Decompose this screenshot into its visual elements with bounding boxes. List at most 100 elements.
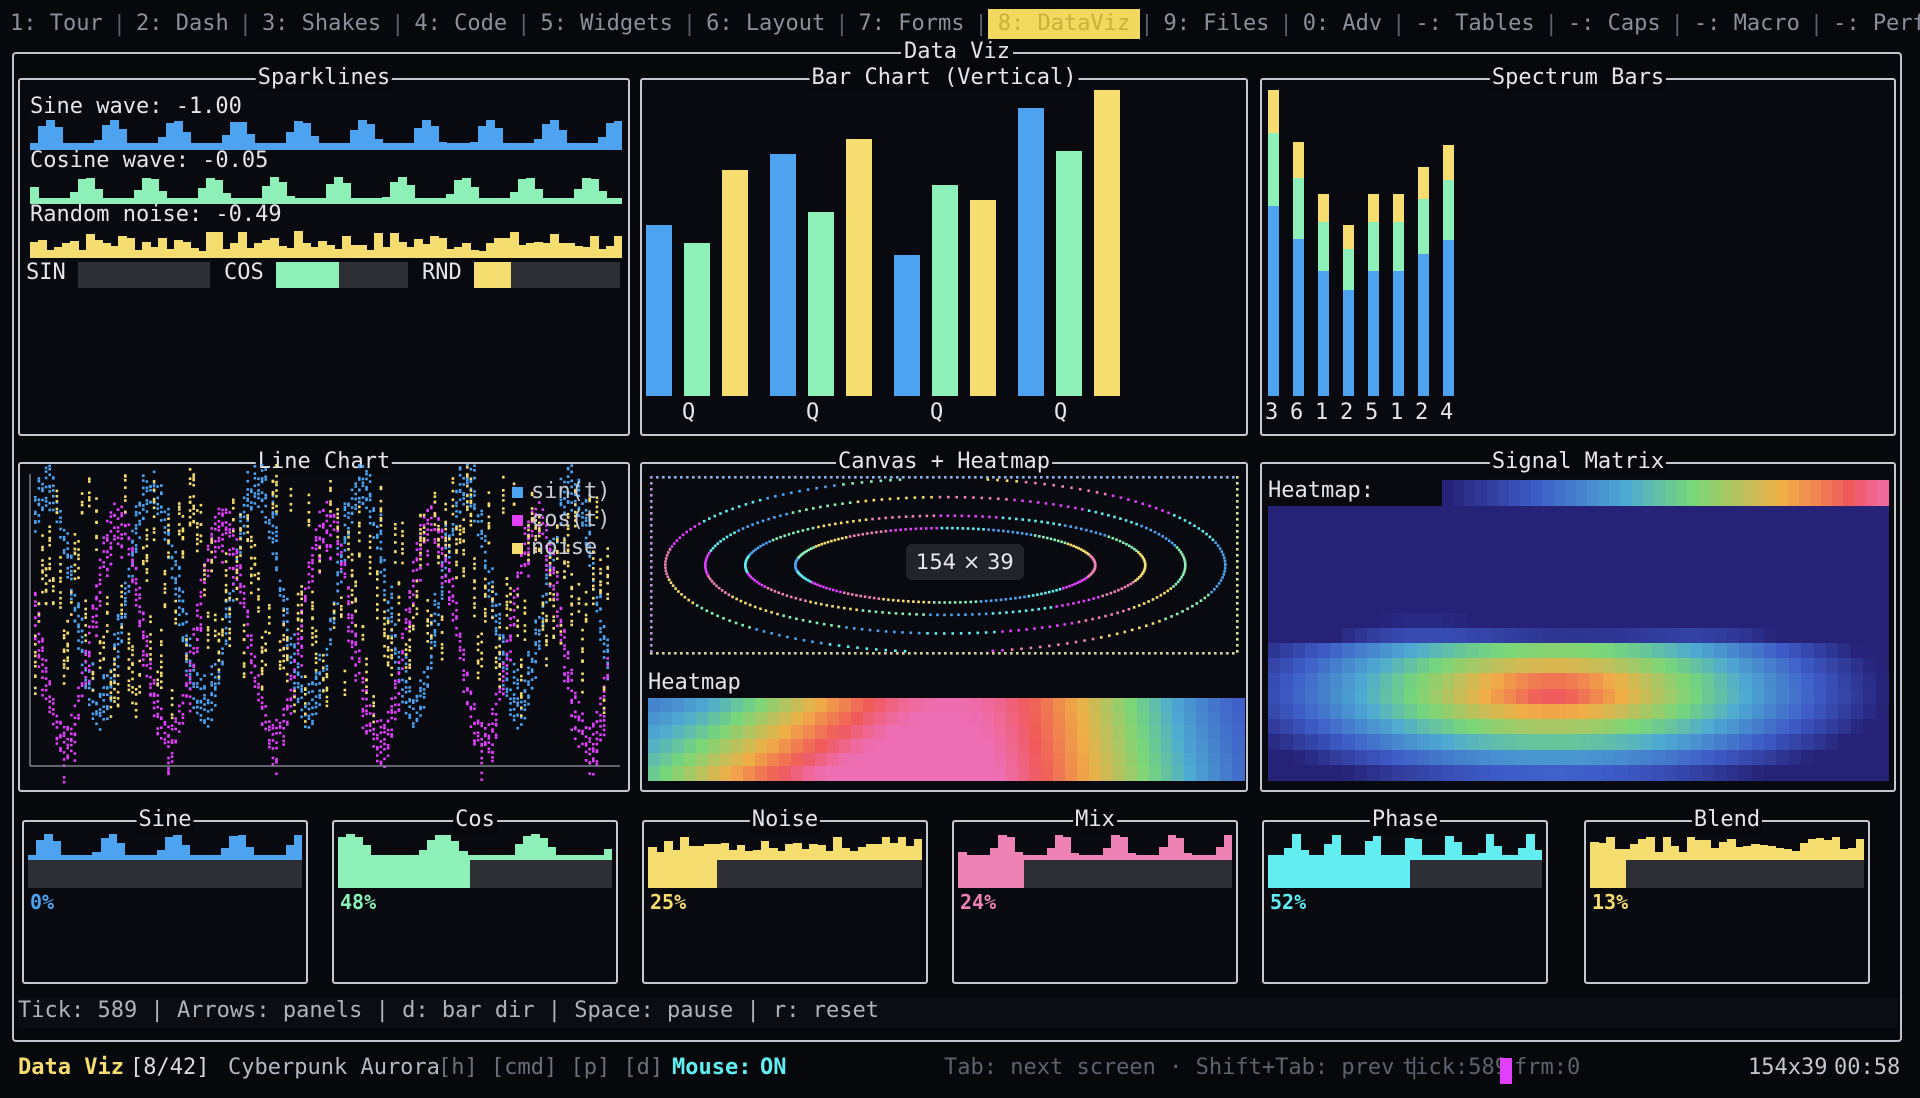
canvas-dot <box>992 476 995 479</box>
canvas-dot <box>740 476 743 479</box>
plot-dot <box>581 678 584 682</box>
plot-dot <box>271 747 275 750</box>
canvas-dot <box>1160 652 1163 655</box>
tab-8[interactable]: 8: DataViz <box>987 9 1141 39</box>
tab-7[interactable]: 7: Forms <box>849 9 975 39</box>
spectrum-panel[interactable]: Spectrum Bars 36125124 <box>1260 65 1896 436</box>
plot-dot <box>340 596 343 600</box>
bar-chart-panel[interactable]: Bar Chart (Vertical) QQQQ <box>640 65 1248 436</box>
plot-dot <box>178 606 181 609</box>
canvas-dot <box>846 592 850 595</box>
tab-10[interactable]: 0: Adv <box>1293 9 1392 39</box>
plot-dot <box>347 547 350 551</box>
tab-9[interactable]: 9: Files <box>1153 9 1279 39</box>
canvas-dot <box>902 476 905 479</box>
plot-dot <box>188 695 192 699</box>
plot-dot <box>376 570 379 573</box>
plot-dot <box>365 663 368 666</box>
canvas-dot <box>1024 480 1028 484</box>
canvas-heatmap-panel[interactable]: Canvas + Heatmap 154 × 39 Heatmap <box>640 449 1248 792</box>
plot-dot <box>386 649 390 652</box>
plot-dot <box>196 542 199 546</box>
plot-dot <box>401 658 404 662</box>
spark-bar <box>614 198 622 204</box>
sparklines-panel[interactable]: Sparklines Sine wave: -1.00 Cosine wave:… <box>18 65 630 436</box>
canvas-dot <box>868 628 872 632</box>
plot-dot <box>41 688 44 692</box>
bar <box>770 154 796 396</box>
plot-dot <box>181 716 185 720</box>
plot-dot <box>296 671 300 675</box>
plot-dot <box>484 595 487 598</box>
plot-dot <box>59 580 62 583</box>
plot-dot <box>264 468 267 471</box>
plot-dot <box>383 742 386 746</box>
line-chart-panel[interactable]: Line Chart sin(t) cos(t) noise <box>18 449 630 792</box>
plot-dot <box>426 518 429 522</box>
spectrum-segment <box>1318 270 1329 396</box>
canvas-dot <box>670 545 674 548</box>
canvas-dot <box>870 480 873 483</box>
plot-dot <box>163 518 167 521</box>
plot-dot <box>55 737 59 741</box>
canvas-dot <box>1182 555 1185 559</box>
plot-dot <box>530 668 534 672</box>
tab-3[interactable]: 3: Shakes <box>252 9 391 39</box>
plot-dot <box>203 593 206 597</box>
plot-dot <box>84 607 87 611</box>
canvas-dot <box>1042 535 1045 539</box>
plot-dot <box>282 726 285 730</box>
plot-dot <box>138 624 141 628</box>
plot-dot <box>581 729 584 733</box>
plot-dot <box>538 632 541 636</box>
canvas-dot <box>650 554 653 557</box>
tab-2[interactable]: 2: Dash <box>126 9 239 39</box>
plot-dot <box>34 642 37 646</box>
tab-5[interactable]: 5: Widgets <box>530 9 682 39</box>
tab-1[interactable]: 1: Tour <box>0 9 113 39</box>
plot-dot <box>98 640 102 643</box>
tab-12[interactable]: -: Caps <box>1558 9 1671 39</box>
plot-dot <box>322 538 325 541</box>
plot-dot <box>142 559 145 563</box>
plot-dot <box>77 605 80 609</box>
plot-dot <box>37 613 41 616</box>
tab-4[interactable]: 4: Code <box>404 9 517 39</box>
plot-dot <box>41 676 44 680</box>
tab-6[interactable]: 6: Layout <box>696 9 835 39</box>
plot-dot <box>401 636 404 640</box>
plot-dot <box>343 549 347 552</box>
plot-dot <box>170 751 174 755</box>
plot-dot <box>451 584 455 588</box>
plot-dot <box>329 545 332 549</box>
tab-11[interactable]: -: Tables <box>1405 9 1544 39</box>
plot-dot <box>512 670 516 674</box>
plot-dot <box>142 664 145 667</box>
plot-dot <box>512 681 516 685</box>
plot-dot <box>426 533 429 536</box>
heat-cell <box>648 711 661 727</box>
heat-cell <box>898 725 911 740</box>
canvas-dot <box>1203 596 1207 600</box>
plot-dot <box>286 723 289 726</box>
plot-dot <box>325 653 329 657</box>
plot-dot <box>304 705 307 709</box>
plot-dot <box>444 536 447 540</box>
tab-14[interactable]: -: Perf <box>1823 9 1920 39</box>
plot-dot <box>41 545 44 549</box>
plot-dot <box>545 582 548 586</box>
plot-dot <box>48 695 51 699</box>
plot-dot <box>541 617 545 620</box>
plot-dot <box>390 654 393 657</box>
plot-dot <box>77 699 80 702</box>
plot-dot <box>588 772 591 775</box>
heat-cell <box>1041 711 1054 727</box>
canvas-dot <box>956 652 959 655</box>
plot-dot <box>397 661 401 665</box>
tab-13[interactable]: -: Macro <box>1684 9 1810 39</box>
plot-dot <box>80 618 84 621</box>
plot-dot <box>520 714 523 717</box>
plot-dot <box>77 647 80 650</box>
plot-dot <box>390 708 393 712</box>
plot-dot <box>350 589 354 592</box>
